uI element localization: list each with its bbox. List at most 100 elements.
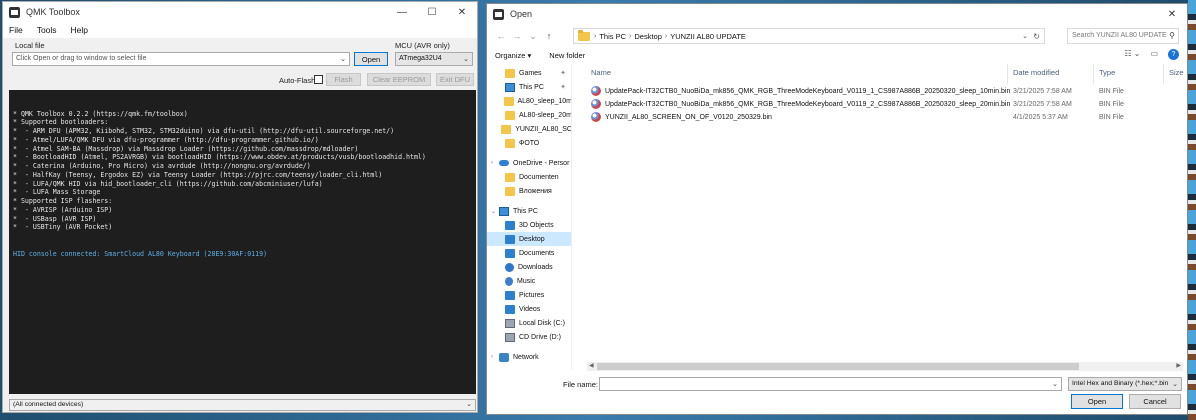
music-icon: [505, 276, 513, 286]
column-header-size[interactable]: Size: [1169, 68, 1184, 77]
column-header-type[interactable]: Type: [1099, 68, 1115, 77]
dialog-title-bar: Open ✕: [487, 4, 1187, 24]
nav-item-pictures[interactable]: Pictures: [487, 288, 571, 302]
chevron-down-icon[interactable]: ⌄: [463, 55, 469, 63]
column-divider[interactable]: [1007, 64, 1008, 84]
chevron-down-icon[interactable]: ⌄: [340, 55, 346, 63]
console-line: * - Atmel/LUFA/QMK DFU via dfu-programme…: [13, 135, 319, 144]
column-divider[interactable]: [1163, 64, 1164, 84]
breadcrumb-separator-icon: ›: [629, 32, 632, 40]
nav-item-3d-objects[interactable]: 3D Objects: [487, 218, 571, 232]
file-row[interactable]: UpdatePack-IT32CTB0_NuoBiDa_mk856_QMK_RG…: [587, 85, 1183, 97]
nav-item-videos[interactable]: Videos: [487, 302, 571, 316]
dialog-open-button[interactable]: Open: [1071, 394, 1123, 409]
view-options-icon[interactable]: ☷ ⌄: [1124, 49, 1140, 60]
auto-flash-checkbox[interactable]: [314, 75, 323, 84]
column-divider[interactable]: [1093, 64, 1094, 84]
console-line: * - Atmel SAM-BA (Massdrop) via Massdrop…: [13, 144, 359, 153]
close-icon[interactable]: ✕: [447, 2, 477, 22]
window-title: QMK Toolbox: [26, 7, 80, 17]
nav-item-label: Music: [517, 277, 536, 285]
nav-item-desktop[interactable]: Desktop: [487, 232, 571, 246]
address-dropdown-icon[interactable]: ⌄: [1022, 32, 1028, 40]
recent-chevron-icon[interactable]: ⌄: [525, 31, 541, 42]
file-type-filter[interactable]: Intel Hex and Binary (*.hex;*.bin ⌄: [1068, 377, 1182, 391]
nav-item-documenten[interactable]: Documenten: [487, 170, 571, 184]
forward-arrow-icon[interactable]: →: [509, 31, 525, 41]
scrollbar-thumb[interactable]: [597, 363, 1079, 370]
address-bar[interactable]: › This PC › Desktop › YUNZII AL80 UPDATE…: [573, 28, 1045, 44]
nav-item-label: ФОТО: [519, 139, 540, 147]
file-row[interactable]: YUNZII_AL80_SCREEN_ON_OF_V0120_250329.bi…: [587, 111, 1183, 123]
local-file-combo[interactable]: Click Open or drag to window to select f…: [12, 52, 350, 66]
nav-item-cd-drive[interactable]: CD Drive (D:): [487, 330, 571, 344]
nav-item-label: 3D Objects: [519, 221, 554, 229]
nav-item-this-pc[interactable]: ⌄ This PC: [487, 204, 571, 218]
close-icon[interactable]: ✕: [1157, 4, 1187, 24]
chevron-down-icon[interactable]: ⌄: [1052, 380, 1058, 388]
open-button[interactable]: Open: [354, 52, 388, 66]
file-row[interactable]: UpdatePack-IT32CTB0_NuoBiDa_mk856_QMK_RG…: [587, 98, 1183, 110]
breadcrumb-desktop[interactable]: Desktop: [634, 32, 662, 41]
refresh-icon[interactable]: ↻: [1033, 32, 1040, 41]
chevron-right-icon[interactable]: ›: [491, 354, 493, 360]
search-input[interactable]: Search YUNZII AL80 UPDATE ⚲: [1067, 28, 1179, 44]
maximize-icon[interactable]: ☐: [417, 2, 447, 22]
mcu-select[interactable]: ATmega32U4 ⌄: [395, 52, 473, 66]
nav-item-documents[interactable]: Documents: [487, 246, 571, 260]
chevron-down-icon[interactable]: ⌄: [491, 208, 496, 215]
minimize-icon[interactable]: —: [387, 2, 417, 22]
menu-help[interactable]: Help: [71, 25, 88, 35]
flash-button[interactable]: Flash: [326, 73, 361, 86]
file-name-input[interactable]: ⌄: [599, 377, 1062, 391]
desktop-icon: [505, 234, 515, 244]
nav-item-foto[interactable]: ФОТО: [487, 136, 571, 150]
breadcrumb-current-folder[interactable]: YUNZII AL80 UPDATE: [670, 32, 746, 41]
column-header-date[interactable]: Date modified: [1013, 68, 1059, 77]
nav-item-vlozheniya[interactable]: Вложения: [487, 184, 571, 198]
nav-item-onedrive[interactable]: › OneDrive - Persor: [487, 156, 571, 170]
console-line: * QMK Toolbox 0.2.2 (https://qmk.fm/tool…: [13, 109, 188, 118]
nav-item-downloads[interactable]: Downloads: [487, 260, 571, 274]
horizontal-scrollbar[interactable]: ◀ ▶: [587, 362, 1183, 371]
column-header-name[interactable]: Name: [591, 68, 611, 77]
nav-item-music[interactable]: Music: [487, 274, 571, 288]
help-icon[interactable]: ?: [1168, 49, 1179, 60]
nav-item-yunzii-al80-sc[interactable]: YUNZII_AL80_SC: [487, 122, 572, 136]
scroll-right-icon[interactable]: ▶: [1176, 362, 1181, 369]
file-name-label: File name:: [563, 380, 599, 389]
breadcrumb-this-pc[interactable]: This PC: [599, 32, 626, 41]
folder-icon: [505, 172, 515, 182]
clear-eeprom-button[interactable]: Clear EEPROM: [367, 73, 431, 86]
console-line: * Supported bootloaders:: [13, 118, 109, 127]
up-arrow-icon[interactable]: ↑: [541, 31, 557, 41]
menu-tools[interactable]: Tools: [37, 25, 57, 35]
organize-button[interactable]: Organize ▾: [495, 51, 531, 60]
nav-item-label: YUNZII_AL80_SC: [515, 125, 572, 133]
chevron-down-icon[interactable]: ⌄: [466, 400, 472, 408]
back-arrow-icon[interactable]: ←: [493, 31, 509, 41]
device-select[interactable]: (All connected devices) ⌄: [9, 399, 476, 411]
console-line: * - BootloadHID (Atmel, PS2AVRGB) via bo…: [13, 153, 426, 162]
folder-icon: [505, 110, 515, 120]
nav-item-this-pc-pinned[interactable]: This PC ✦: [487, 80, 571, 94]
nav-item-label: Desktop: [519, 235, 545, 243]
exit-dfu-button[interactable]: Exit DFU: [436, 73, 474, 86]
nav-item-al80-sleep-20m[interactable]: AL80-sleep_20m: [487, 108, 571, 122]
chevron-down-icon[interactable]: ⌄: [1172, 380, 1178, 388]
menu-bar: File Tools Help: [3, 22, 477, 38]
console-line: * Supported ISP flashers:: [13, 197, 113, 205]
console-output[interactable]: * QMK Toolbox 0.2.2 (https://qmk.fm/tool…: [9, 90, 476, 394]
preview-pane-icon[interactable]: ▭: [1150, 49, 1158, 60]
scroll-left-icon[interactable]: ◀: [589, 362, 594, 369]
menu-file[interactable]: File: [9, 25, 23, 35]
mcu-value: ATmega32U4: [399, 55, 442, 62]
new-folder-button[interactable]: New folder: [549, 51, 585, 60]
nav-item-local-disk[interactable]: Local Disk (C:): [487, 316, 571, 330]
dialog-cancel-button[interactable]: Cancel: [1129, 394, 1181, 409]
file-name: UpdatePack-IT32CTB0_NuoBiDa_mk856_QMK_RG…: [605, 87, 1011, 95]
chevron-right-icon[interactable]: ›: [491, 160, 493, 166]
nav-item-al80-sleep-10m[interactable]: AL80_sleep_10m: [487, 94, 571, 108]
nav-item-games[interactable]: Games ✦: [487, 66, 571, 80]
nav-item-network[interactable]: › Network: [487, 350, 571, 364]
